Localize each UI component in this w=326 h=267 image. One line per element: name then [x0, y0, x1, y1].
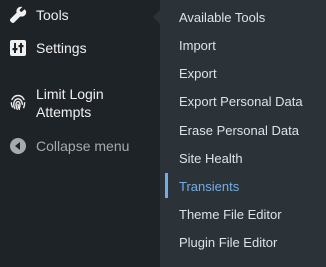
submenu-pointer [153, 10, 160, 24]
submenu-item-export-personal-data[interactable]: Export Personal Data [179, 92, 303, 112]
sidebar-item-label: Limit Login Attempts [36, 86, 104, 120]
submenu-item-import[interactable]: Import [179, 36, 216, 56]
fingerprint-icon [9, 93, 27, 111]
sidebar-item-label: Collapse menu [36, 138, 130, 154]
submenu-item-site-health[interactable]: Site Health [179, 149, 243, 169]
sidebar-item-tools[interactable]: Tools [0, 6, 160, 26]
wrench-icon [9, 6, 27, 24]
sidebar-item-settings[interactable]: Settings [0, 39, 160, 59]
sidebar-item-limit-login-attempts[interactable]: Limit Login Attempts [0, 85, 160, 123]
current-item-indicator [165, 173, 168, 198]
collapse-arrow-icon [9, 137, 27, 155]
submenu-item-erase-personal-data[interactable]: Erase Personal Data [179, 121, 299, 141]
submenu-item-theme-file-editor[interactable]: Theme File Editor [179, 205, 282, 225]
settings-sliders-icon [9, 39, 27, 57]
submenu-item-transients[interactable]: Transients [179, 177, 239, 197]
submenu-item-plugin-file-editor[interactable]: Plugin File Editor [179, 233, 277, 253]
tools-submenu: Available Tools Import Export Export Per… [160, 0, 326, 267]
sidebar-item-label: Tools [36, 7, 69, 23]
submenu-item-export[interactable]: Export [179, 64, 217, 84]
sidebar-item-label: Settings [36, 40, 87, 56]
submenu-item-available-tools[interactable]: Available Tools [179, 8, 265, 28]
admin-sidebar: Tools Settings Limit Login Attempts Coll… [0, 0, 160, 267]
collapse-menu-button[interactable]: Collapse menu [0, 137, 160, 157]
